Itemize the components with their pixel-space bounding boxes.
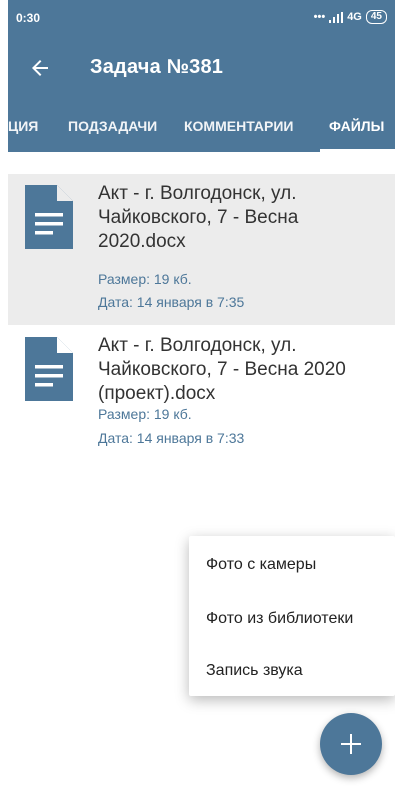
files-list: Акт - г. Волгодонск, ул. Чайковского, 7 … [8, 152, 395, 796]
network-label: 4G [347, 11, 362, 23]
list-item[interactable]: Акт - г. Волгодонск, ул. Чайковского, 7 … [8, 174, 395, 325]
tab-bar: ЦИЯ ПОДЗАДАЧИ КОММЕНТАРИИ ФАЙЛЫ [8, 100, 395, 152]
document-icon [25, 337, 73, 401]
status-bar: 0:30 ••• 4G 45 [8, 0, 395, 36]
menu-item-library-photo[interactable]: Фото из библиотеки [206, 610, 353, 628]
more-dots-icon: ••• [313, 11, 326, 23]
status-time: 0:30 [16, 11, 41, 25]
tab-comments[interactable]: КОММЕНТАРИИ [184, 100, 293, 152]
file-name: Акт - г. Волгодонск, ул. Чайковского, 7 … [98, 335, 346, 404]
battery-icon: 45 [365, 10, 387, 24]
list-item[interactable]: Акт - г. Волгодонск, ул. Чайковского, 7 … [8, 325, 395, 476]
attach-popup-menu: Фото с камеры Фото из библиотеки Запись … [189, 536, 395, 696]
file-name: Акт - г. Волгодонск, ул. Чайковского, 7 … [98, 183, 299, 252]
add-file-button[interactable] [320, 713, 382, 775]
file-size: Размер: 19 кб. [98, 406, 192, 422]
document-icon [25, 185, 73, 249]
file-size: Размер: 19 кб. [98, 271, 192, 287]
app-bar: Задача №381 [8, 36, 395, 100]
file-date: Дата: 14 января в 7:33 [98, 430, 245, 446]
tab-subtasks[interactable]: ПОДЗАДАЧИ [68, 100, 157, 152]
status-indicators: ••• 4G 45 [314, 10, 387, 24]
tab-files[interactable]: ФАЙЛЫ [329, 100, 384, 152]
plus-icon [341, 734, 361, 754]
menu-item-audio-record[interactable]: Запись звука [206, 662, 303, 680]
tab-information[interactable]: ЦИЯ [8, 100, 38, 152]
page-title: Задача №381 [90, 56, 224, 78]
arrow-left-icon[interactable] [28, 56, 52, 80]
signal-icon [329, 11, 344, 23]
file-date: Дата: 14 января в 7:35 [98, 294, 245, 310]
menu-item-camera-photo[interactable]: Фото с камеры [206, 556, 316, 574]
